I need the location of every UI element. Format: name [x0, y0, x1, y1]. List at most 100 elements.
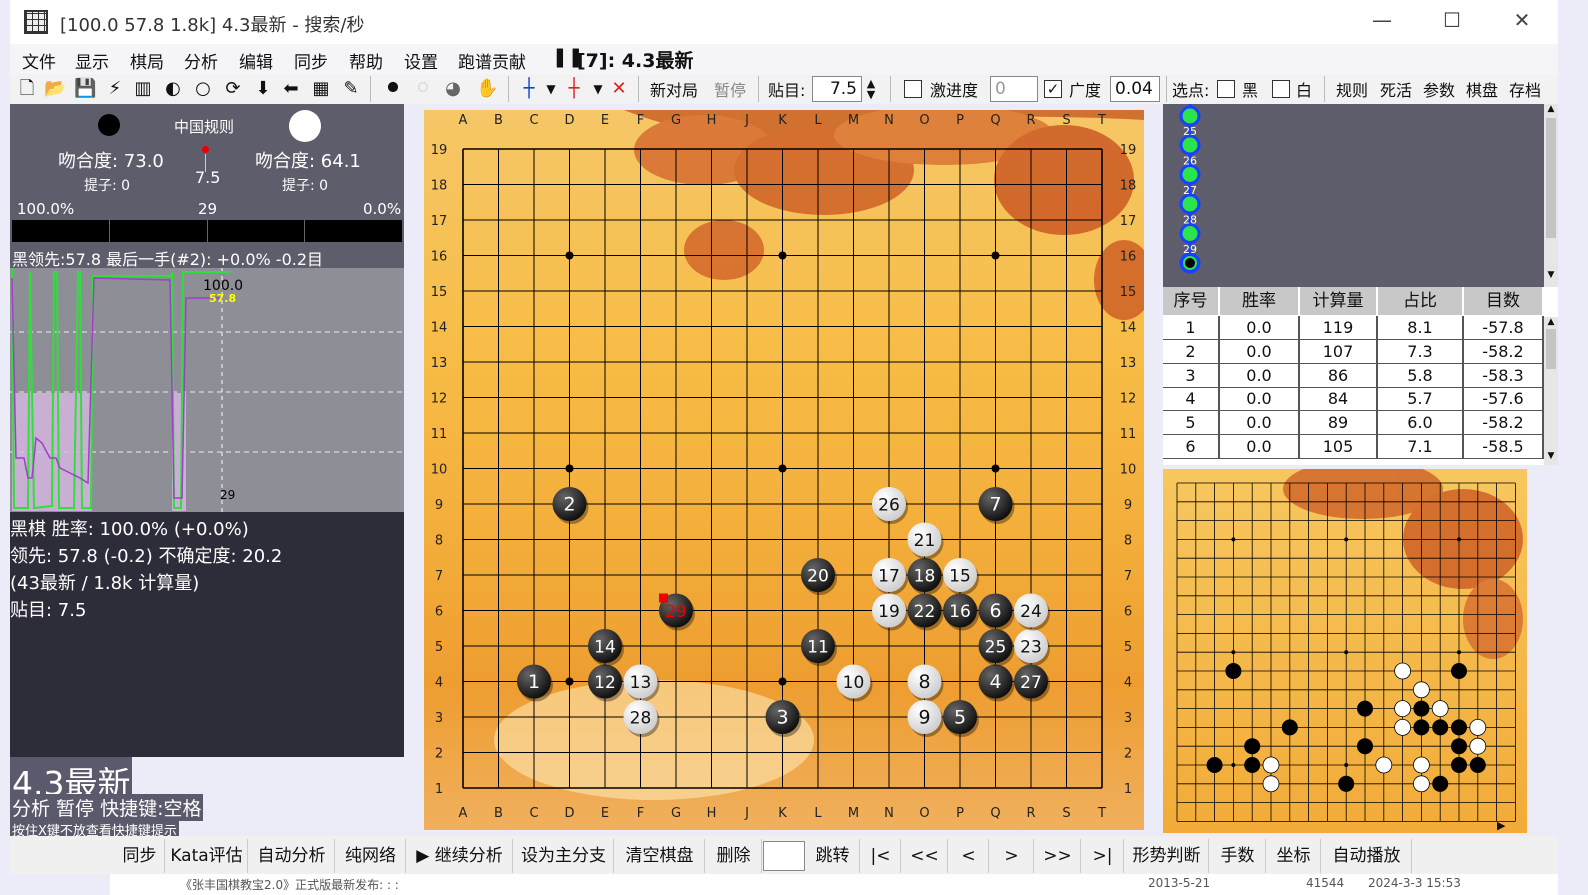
white-stone-8[interactable]: 8 — [907, 664, 944, 702]
hand-icon[interactable]: ✋ — [476, 78, 498, 100]
pause-button[interactable]: 暂停 — [714, 77, 746, 101]
first-move-button[interactable]: |< — [861, 839, 901, 873]
select-black-checkbox[interactable] — [1217, 80, 1235, 98]
komi-spinner-icon[interactable]: ▲ ▼ — [862, 78, 880, 100]
variation-tree[interactable]: 25 26 27 28 29 ▲ ▼ — [1163, 104, 1558, 287]
white-stone-10[interactable]: 10 — [836, 664, 873, 702]
move-number-button[interactable]: 手数 — [1210, 839, 1266, 873]
alternate-stone-icon[interactable]: ◕ — [442, 78, 464, 100]
black-stone-1[interactable]: 1 — [517, 664, 553, 702]
white-stone-17[interactable]: 17 — [872, 558, 908, 595]
clear-x-icon[interactable]: ✕ — [608, 78, 630, 100]
table-row[interactable]: 2 0.0 107 7.3 -58.2 — [1163, 339, 1544, 364]
white-stone-15[interactable]: 15 — [943, 558, 979, 595]
menu-view[interactable]: 显示 — [75, 48, 109, 73]
board-svg[interactable]: AABBCCDDEEFFGGHHJJKKLLMMNNOOPPQQRRSSTT19… — [424, 105, 1154, 830]
breadth-input[interactable]: 0.04 — [1110, 76, 1160, 102]
scroll-up-icon[interactable]: ▲ — [1544, 317, 1558, 327]
scroll-up-icon[interactable]: ▲ — [1544, 104, 1558, 114]
table-row[interactable]: 3 0.0 86 5.8 -58.3 — [1163, 363, 1544, 388]
jump-input[interactable] — [763, 841, 805, 871]
menu-sync[interactable]: 同步 — [294, 48, 328, 73]
board-button[interactable]: 棋盘 — [1466, 77, 1498, 101]
close-button[interactable]: ✕ — [1502, 8, 1542, 36]
set-main-branch-button[interactable]: 设为主分支 — [514, 839, 614, 873]
select-white-checkbox[interactable] — [1272, 80, 1290, 98]
pencil-icon[interactable]: ✎ — [340, 78, 362, 100]
clear-board-button[interactable]: 清空棋盘 — [615, 839, 705, 873]
tree-node[interactable] — [1179, 164, 1201, 185]
sync-button[interactable]: 同步 — [115, 839, 165, 873]
aggressive-checkbox[interactable] — [904, 80, 922, 98]
menu-settings[interactable]: 设置 — [404, 48, 438, 73]
menu-analysis[interactable]: 分析 — [184, 48, 218, 73]
komi-input[interactable]: 7.5 — [812, 76, 862, 102]
circle-icon[interactable]: ○ — [192, 78, 214, 100]
scroll-down-icon[interactable]: ▼ — [1544, 270, 1558, 280]
table-row[interactable]: 5 0.0 89 6.0 -58.2 — [1163, 411, 1544, 436]
breadth-checkbox[interactable]: ✓ — [1044, 80, 1062, 98]
white-stone-9[interactable]: 9 — [907, 700, 944, 737]
delete-button[interactable]: 删除 — [706, 839, 762, 873]
pure-network-button[interactable]: 纯网络 — [336, 839, 406, 873]
save-disk-icon[interactable]: 💾 — [74, 78, 96, 100]
tree-scrollbar[interactable]: ▲ ▼ — [1544, 104, 1558, 287]
menu-game[interactable]: 棋局 — [130, 48, 164, 73]
forward-ten-button[interactable]: >> — [1035, 839, 1081, 873]
autoplay-button[interactable]: 自动播放 — [1322, 839, 1412, 873]
menu-help[interactable]: 帮助 — [349, 48, 383, 73]
last-move-button[interactable]: >| — [1082, 839, 1124, 873]
chart-icon[interactable]: ▥ — [132, 78, 154, 100]
white-stone-21[interactable]: 21 — [907, 522, 944, 560]
black-stone-27[interactable]: 27 — [1014, 664, 1050, 702]
save-button[interactable]: 存档 — [1509, 77, 1541, 101]
calculator-icon[interactable]: ▦ — [310, 78, 332, 100]
kata-eval-button[interactable]: Kata评估 — [166, 839, 248, 873]
black-stone-7[interactable]: 7 — [978, 487, 1015, 524]
white-stone-23[interactable]: 23 — [1014, 629, 1050, 666]
continue-analysis-button[interactable]: ▶ 继续分析 — [407, 839, 513, 873]
black-stone-25[interactable]: 25 — [978, 629, 1015, 666]
new-file-icon[interactable]: 🗋 — [16, 78, 38, 100]
scroll-down-icon[interactable]: ▼ — [1544, 451, 1558, 461]
white-stone-26[interactable]: 26 — [872, 487, 908, 524]
table-header[interactable]: 序号 — [1163, 287, 1220, 315]
jump-button[interactable]: 跳转 — [806, 839, 860, 873]
coordinates-button[interactable]: 坐标 — [1267, 839, 1321, 873]
flash-icon[interactable]: ⚡ — [104, 78, 126, 100]
tree-node[interactable] — [1179, 193, 1201, 215]
mini-board-svg[interactable] — [1163, 459, 1527, 833]
black-stone-5[interactable]: 5 — [943, 700, 979, 737]
black-stone-icon[interactable]: ⚫ — [382, 78, 404, 100]
new-game-button[interactable]: 新对局 — [650, 77, 698, 101]
forward-one-button[interactable]: > — [990, 839, 1034, 873]
back-ten-button[interactable]: << — [902, 839, 948, 873]
tree-node[interactable] — [1179, 223, 1201, 244]
minimize-button[interactable]: — — [1362, 8, 1402, 36]
mini-board[interactable]: ▶ — [1163, 459, 1527, 833]
auto-analysis-button[interactable]: 自动分析 — [249, 839, 335, 873]
go-board[interactable]: A A B B C C D D E E F F G G H H J J K K L L M M N N O O P P Q Q R R S S T T 19… — [424, 105, 1154, 830]
undo-arrow-icon[interactable]: ⬅ — [280, 78, 302, 100]
black-stone-4[interactable]: 4 — [978, 664, 1015, 702]
table-scrollbar[interactable]: ▲ ▼ — [1544, 317, 1558, 465]
variation-tree-svg[interactable]: 25 26 27 28 29 — [1163, 104, 1558, 287]
white-stone-icon[interactable]: ⚪ — [412, 78, 434, 100]
chevron-down-icon[interactable]: ▼ — [587, 78, 609, 100]
table-header[interactable]: 计算量 — [1300, 287, 1378, 315]
menu-file[interactable]: 文件 — [22, 48, 56, 73]
black-stone-2[interactable]: 2 — [552, 487, 589, 524]
black-stone-18[interactable]: 18 — [907, 558, 944, 595]
table-row[interactable]: 4 0.0 84 5.7 -57.6 — [1163, 387, 1544, 412]
position-judge-button[interactable]: 形势判断 — [1125, 839, 1209, 873]
menu-contribute[interactable]: 跑谱贡献 — [458, 48, 526, 73]
red-cross-icon[interactable]: ┼ — [563, 78, 585, 100]
life-death-button[interactable]: 死活 — [1380, 77, 1412, 101]
arrow-down-icon[interactable]: ⬇ — [252, 78, 274, 100]
blue-cross-icon[interactable]: ┼ — [518, 78, 540, 100]
white-stone-19[interactable]: 19 — [872, 593, 908, 631]
table-row[interactable]: 1 0.0 119 8.1 -57.8 — [1163, 316, 1544, 340]
black-stone-16[interactable]: 16 — [943, 593, 979, 631]
maximize-button[interactable]: ☐ — [1432, 8, 1472, 36]
rules-button[interactable]: 规则 — [1336, 77, 1368, 101]
